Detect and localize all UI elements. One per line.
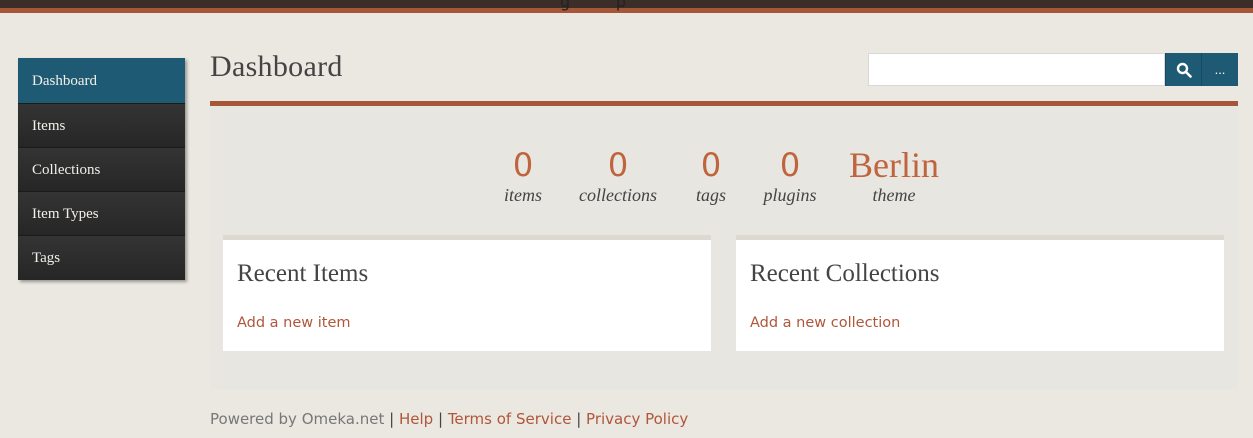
window-title-fragment: g p: [560, 0, 627, 11]
search-input[interactable]: [868, 53, 1165, 86]
top-bar-accent-strip: [0, 8, 1253, 13]
top-bar: g p: [0, 0, 1253, 20]
page-title: Dashboard: [210, 50, 343, 83]
sidebar-item-tags[interactable]: Tags: [18, 236, 185, 280]
recent-items-heading: Recent Items: [237, 260, 369, 287]
stat-items-label: items: [504, 185, 542, 205]
search-button[interactable]: [1165, 53, 1201, 86]
search-form: ...: [868, 53, 1238, 86]
recent-items-card: Recent Items Add a new item: [223, 235, 711, 351]
stat-tags: 0 tags: [686, 145, 736, 205]
recent-collections-heading: Recent Collections: [750, 260, 940, 287]
footer-link-privacy[interactable]: Privacy Policy: [586, 410, 688, 428]
footer-link-help[interactable]: Help: [399, 410, 433, 428]
stat-items: 0 items: [498, 145, 548, 205]
stat-plugins-label: plugins: [763, 185, 817, 205]
stat-collections-count[interactable]: 0: [564, 145, 672, 185]
stat-theme: Berlin theme: [836, 145, 952, 205]
stat-theme-name[interactable]: Berlin: [836, 145, 952, 185]
top-bar-dark-strip: [0, 0, 1253, 8]
stat-items-count[interactable]: 0: [498, 145, 548, 185]
sidebar-item-items[interactable]: Items: [18, 104, 185, 148]
add-new-item-link[interactable]: Add a new item: [237, 315, 351, 331]
stat-plugins-count[interactable]: 0: [752, 145, 828, 185]
search-icon: [1176, 62, 1192, 78]
stat-collections: 0 collections: [564, 145, 672, 205]
stat-collections-label: collections: [579, 185, 657, 205]
footer-separator: |: [576, 410, 582, 428]
stat-tags-label: tags: [695, 185, 726, 205]
stat-plugins: 0 plugins: [752, 145, 828, 205]
stat-tags-count[interactable]: 0: [686, 145, 736, 185]
site-stats: 0 items 0 collections 0 tags 0 plugins B…: [0, 145, 1253, 215]
add-new-collection-link[interactable]: Add a new collection: [750, 315, 900, 331]
powered-by-text: Powered by Omeka.net: [210, 410, 385, 428]
footer-link-terms[interactable]: Terms of Service: [448, 410, 572, 428]
advanced-search-button[interactable]: ...: [1201, 53, 1238, 86]
footer-separator: |: [437, 410, 444, 428]
sidebar-item-dashboard[interactable]: Dashboard: [18, 58, 185, 104]
footer: Powered by Omeka.net | Help | Terms of S…: [210, 410, 688, 428]
stat-theme-label: theme: [872, 185, 916, 205]
recent-collections-card: Recent Collections Add a new collection: [736, 235, 1224, 351]
footer-separator: |: [389, 410, 395, 428]
